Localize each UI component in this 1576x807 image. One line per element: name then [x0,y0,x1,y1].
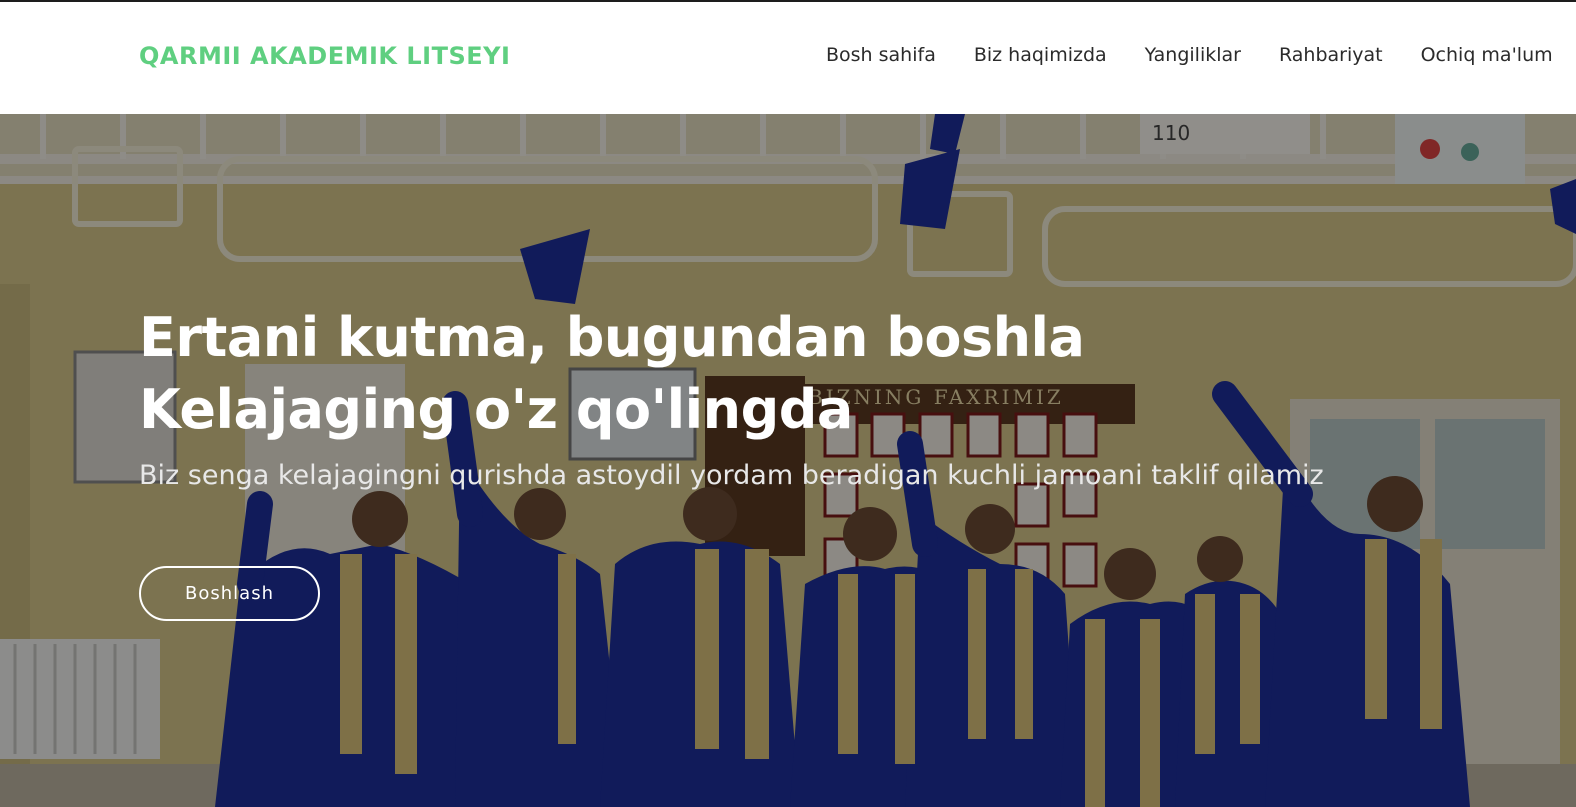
main-nav: Bosh sahifa Biz haqimizda Yangiliklar Ra… [826,44,1553,66]
get-started-button[interactable]: Boshlash [139,566,320,621]
page: QARMII AKADEMIK LITSEYI Bosh sahifa Biz … [0,0,1576,807]
nav-item-news[interactable]: Yangiliklar [1145,44,1241,66]
hero-subtitle: Biz senga kelajagingni qurishda astoydil… [139,460,1324,491]
hero-section: 110 BIZNING FAXRIMIZ Ertani kutma, bugun… [0,114,1576,807]
nav-item-open-data[interactable]: Ochiq ma'lum [1421,44,1553,66]
hero-content: Ertani kutma, bugundan boshla Kelajaging… [139,302,1324,491]
brand-logo-text[interactable]: QARMII AKADEMIK LITSEYI [139,42,510,70]
nav-item-leadership[interactable]: Rahbariyat [1279,44,1383,66]
hero-title-line-1: Ertani kutma, bugundan boshla [139,306,1085,369]
hero-title: Ertani kutma, bugundan boshla Kelajaging… [139,302,1324,446]
site-header: QARMII AKADEMIK LITSEYI Bosh sahifa Biz … [0,2,1576,114]
nav-item-about[interactable]: Biz haqimizda [974,44,1107,66]
nav-item-home[interactable]: Bosh sahifa [826,44,936,66]
hero-title-line-2: Kelajaging o'z qo'lingda [139,378,853,441]
